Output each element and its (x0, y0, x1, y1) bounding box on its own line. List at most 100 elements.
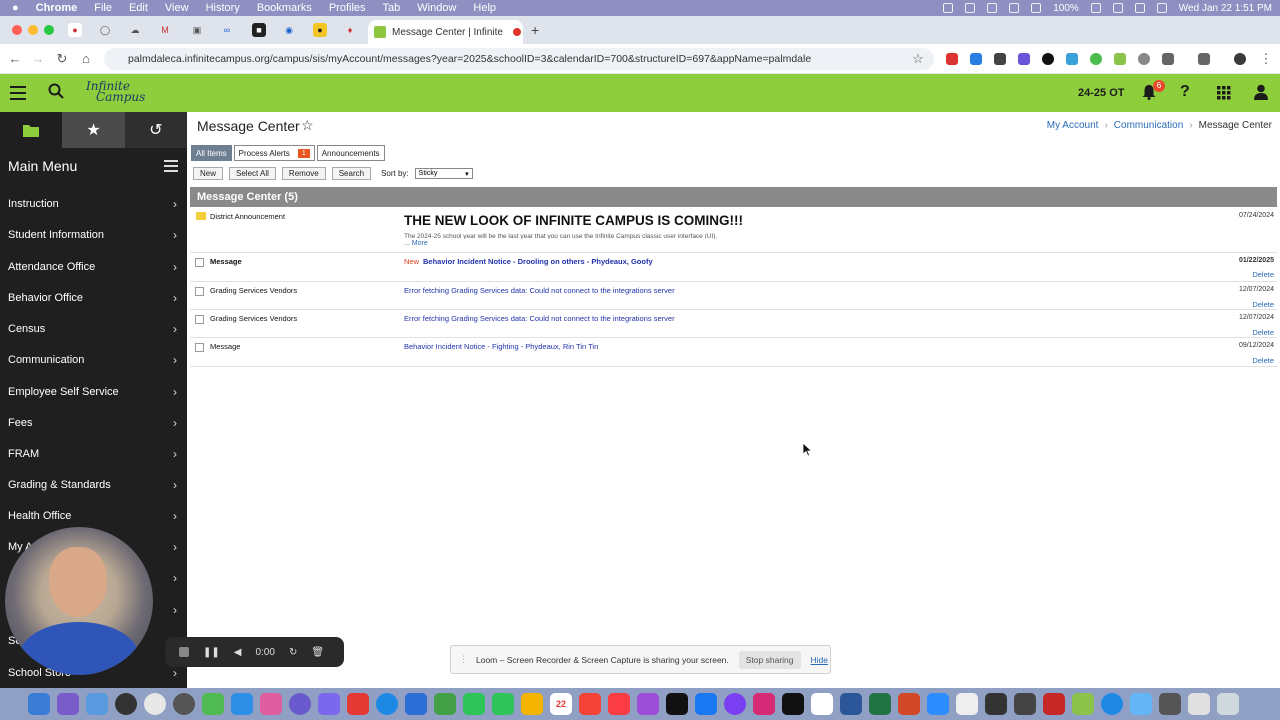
slack-icon[interactable] (811, 693, 833, 715)
menu-app-name[interactable]: Chrome (36, 2, 78, 14)
status-icon[interactable] (965, 3, 976, 13)
app-icon[interactable] (985, 693, 1007, 715)
instagram-icon[interactable] (753, 693, 775, 715)
calculator-icon[interactable] (1014, 693, 1036, 715)
reload-icon[interactable]: ↻ (54, 52, 70, 66)
battery-icon[interactable] (1090, 3, 1101, 13)
extension-icon[interactable] (1114, 53, 1126, 65)
forward-icon[interactable]: → (30, 52, 46, 66)
menu-file[interactable]: File (94, 2, 112, 14)
control-center-icon[interactable] (1156, 3, 1167, 13)
menu-list-icon[interactable] (164, 160, 178, 172)
close-window-button[interactable] (12, 25, 22, 35)
extension-icon[interactable] (1138, 53, 1150, 65)
sidebar-item-fees[interactable]: Fees › (0, 407, 187, 438)
favorites-star-tab-icon[interactable]: ★ (62, 112, 125, 148)
row-checkbox[interactable] (195, 287, 204, 296)
remove-button[interactable]: Remove (281, 167, 326, 180)
menu-profiles[interactable]: Profiles (329, 2, 366, 14)
chrome-icon[interactable] (144, 693, 166, 715)
app-icon[interactable] (1072, 693, 1094, 715)
zoom-icon[interactable] (927, 693, 949, 715)
news-icon[interactable] (579, 693, 601, 715)
app-icon[interactable] (260, 693, 282, 715)
hamburger-menu-icon[interactable] (10, 86, 26, 100)
trash-icon[interactable]: 🗑 (311, 647, 324, 658)
stop-recording-icon[interactable] (179, 647, 189, 657)
tab-search-icon[interactable] (1198, 53, 1210, 65)
music-icon[interactable] (608, 693, 630, 715)
delete-link[interactable]: Delete (1252, 328, 1274, 337)
hide-link[interactable]: Hide (811, 655, 828, 665)
extension-icon[interactable] (946, 53, 958, 65)
app-icon[interactable] (376, 693, 398, 715)
row-checkbox[interactable] (195, 343, 204, 352)
breadcrumb-communication[interactable]: Communication (1114, 120, 1183, 131)
select-all-button[interactable]: Select All (229, 167, 276, 180)
app-icon[interactable] (202, 693, 224, 715)
word-icon[interactable] (840, 693, 862, 715)
app-switcher-grid-icon[interactable] (1217, 86, 1231, 105)
photos-icon[interactable] (521, 693, 543, 715)
printer-icon[interactable] (1159, 693, 1181, 715)
menu-edit[interactable]: Edit (129, 2, 148, 14)
row-message-link[interactable]: New Behavior Incident Notice - Drooling o… (404, 257, 653, 266)
extension-icon[interactable] (994, 53, 1006, 65)
pinned-tab-icon[interactable]: ● (68, 23, 82, 37)
row-message-link[interactable]: Behavior Incident Notice - Fighting - Ph… (404, 342, 598, 351)
menu-window[interactable]: Window (417, 2, 456, 14)
pinned-tab-icon[interactable]: ▣ (190, 23, 204, 37)
home-icon[interactable]: ⌂ (78, 52, 94, 66)
x-icon[interactable] (782, 693, 804, 715)
extension-icon[interactable] (1090, 53, 1102, 65)
app-icon[interactable] (1043, 693, 1065, 715)
row-checkbox[interactable] (195, 315, 204, 324)
zoom-window-button[interactable] (44, 25, 54, 35)
profile-avatar-icon[interactable] (1234, 53, 1246, 65)
messenger-icon[interactable] (724, 693, 746, 715)
row-message-link[interactable]: Error fetching Grading Services data: Co… (404, 314, 675, 323)
app-icon[interactable] (289, 693, 311, 715)
extension-icon[interactable] (1042, 53, 1054, 65)
powerpoint-icon[interactable] (898, 693, 920, 715)
pinned-tab-icon[interactable]: ■ (252, 23, 266, 37)
loom-webcam-bubble[interactable] (5, 527, 153, 675)
new-tab-button[interactable]: + (531, 22, 539, 38)
apple-icon[interactable]: ● (12, 2, 19, 14)
app-icon[interactable] (1188, 693, 1210, 715)
podcasts-icon[interactable] (637, 693, 659, 715)
pinned-tab-icon[interactable]: ◉ (282, 23, 296, 37)
facetime-icon[interactable] (492, 693, 514, 715)
wifi-icon[interactable] (1112, 3, 1123, 13)
app-icon[interactable] (231, 693, 253, 715)
sidebar-item-grading-standards[interactable]: Grading & Standards › (0, 469, 187, 500)
bookmark-star-icon[interactable]: ☆ (910, 52, 926, 66)
sort-select[interactable]: Sticky ▾ (414, 168, 473, 179)
menu-bookmarks[interactable]: Bookmarks (257, 2, 312, 14)
new-button[interactable]: New (193, 167, 224, 180)
menu-history[interactable]: History (206, 2, 240, 14)
favorite-star-icon[interactable]: ☆ (301, 117, 314, 134)
breadcrumb-my-account[interactable]: My Account (1047, 120, 1099, 131)
messages-icon[interactable] (463, 693, 485, 715)
school-year-selector[interactable]: 24-25 OT (1078, 87, 1124, 99)
row-checkbox[interactable] (195, 258, 204, 267)
sidebar-item-behavior-office[interactable]: Behavior Office › (0, 282, 187, 313)
folder-tab-icon[interactable] (0, 112, 63, 148)
app-icon[interactable] (1130, 693, 1152, 715)
search-icon[interactable] (1134, 3, 1145, 13)
trash-icon[interactable] (1217, 693, 1239, 715)
sidebar-item-fram[interactable]: FRAM › (0, 438, 187, 469)
status-icon[interactable] (1031, 3, 1042, 13)
extension-icon[interactable] (1018, 53, 1030, 65)
stop-sharing-button[interactable]: Stop sharing (738, 650, 801, 669)
menu-help[interactable]: Help (473, 2, 496, 14)
search-icon[interactable] (48, 83, 64, 104)
mail-icon[interactable] (86, 693, 108, 715)
finder-icon[interactable] (28, 693, 50, 715)
app-icon[interactable] (318, 693, 340, 715)
active-tab[interactable]: Message Center | Infinite × (368, 20, 523, 44)
excel-icon[interactable] (869, 693, 891, 715)
sidebar-item-employee-self-service[interactable]: Employee Self Service › (0, 376, 187, 407)
search-button[interactable]: Search (331, 167, 372, 180)
